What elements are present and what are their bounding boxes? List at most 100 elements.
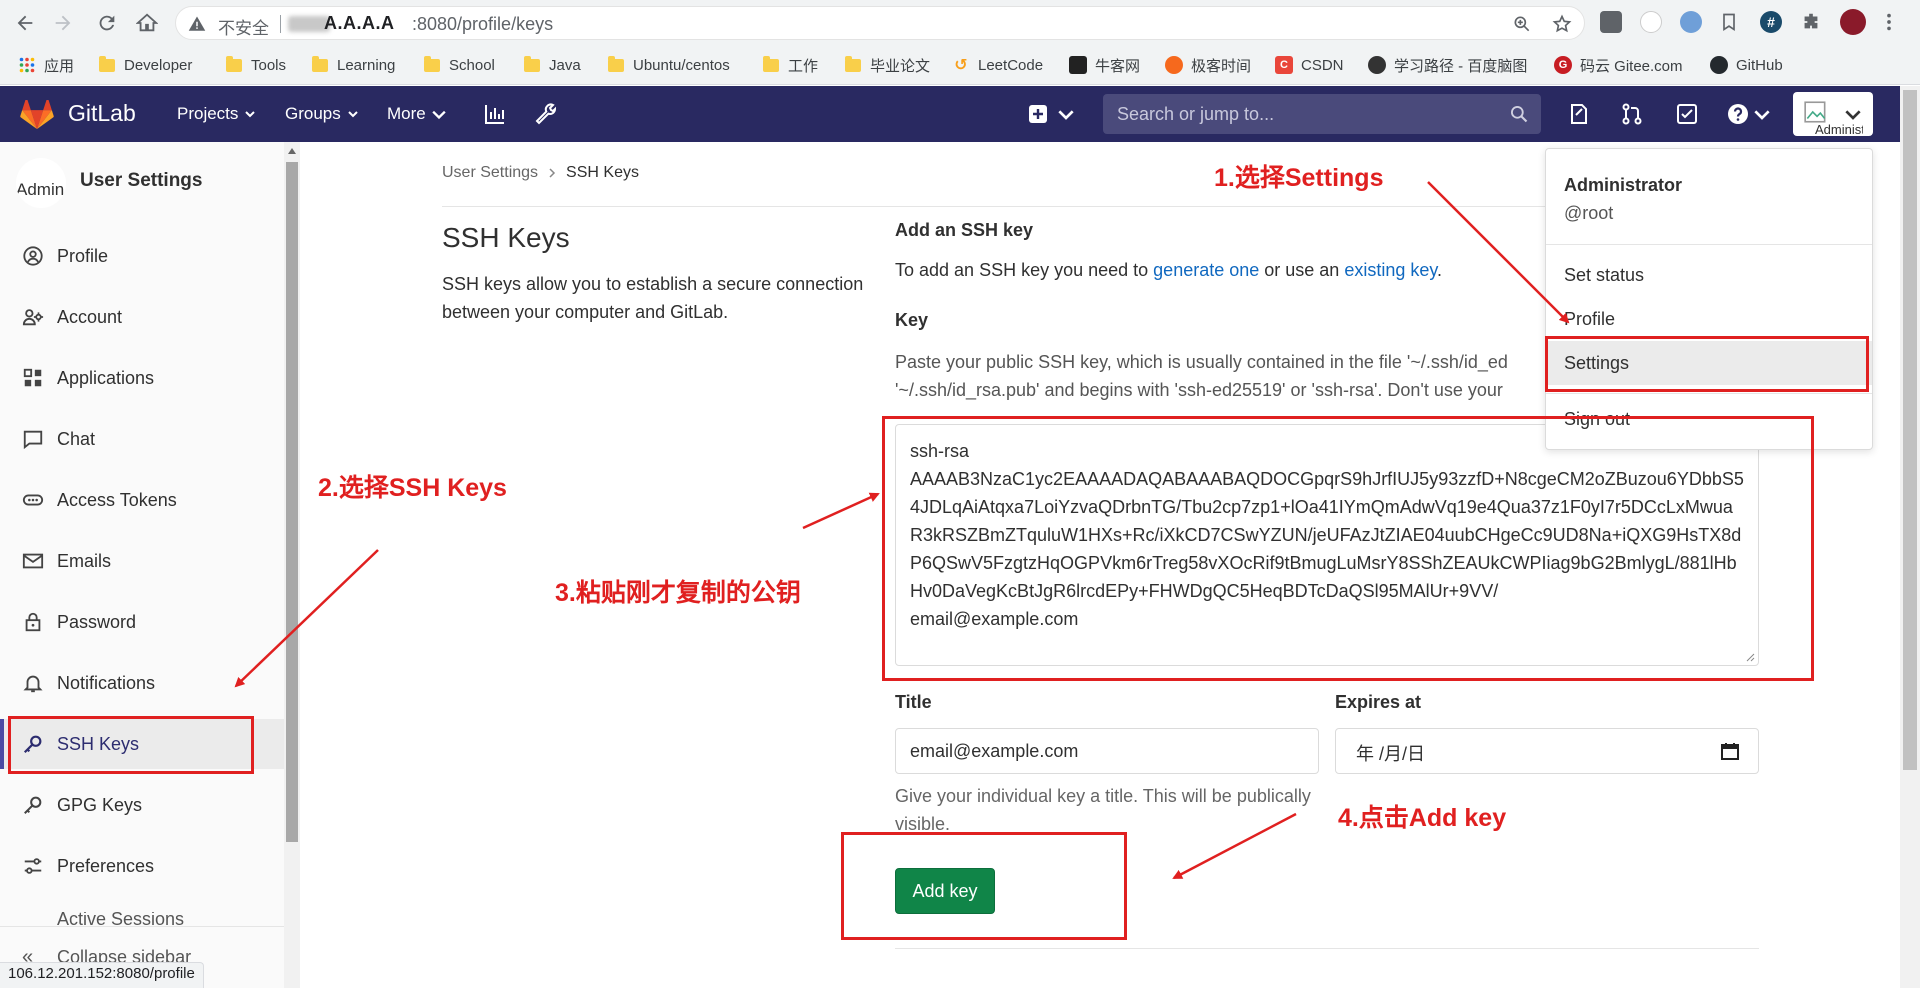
menu-item-set-status[interactable]: Set status bbox=[1546, 253, 1872, 297]
chevron-down-icon bbox=[1845, 110, 1861, 120]
bookmark-geektime[interactable]: 极客时间 bbox=[1165, 53, 1251, 77]
dropdown-divider bbox=[1546, 393, 1872, 394]
bookmark-folder-learning[interactable]: Learning bbox=[312, 53, 395, 77]
sidebar-item-label: Notifications bbox=[57, 672, 156, 693]
gitlab-logo-icon[interactable] bbox=[20, 100, 54, 130]
sidebar-item-access-tokens[interactable]: Access Tokens bbox=[0, 475, 284, 525]
title-label: Title bbox=[895, 692, 932, 712]
key-help-line: Paste your public SSH key, which is usua… bbox=[895, 352, 1508, 372]
sidebar-scroll-thumb[interactable] bbox=[286, 162, 298, 842]
chevron-down-icon bbox=[348, 111, 358, 118]
bookmark-baidu-naotu[interactable]: 学习路径 - 百度脑图 bbox=[1368, 53, 1527, 77]
home-icon[interactable] bbox=[136, 12, 158, 34]
bookmark-leetcode[interactable]: ↺ LeetCode bbox=[952, 53, 1043, 77]
search-box[interactable] bbox=[1103, 94, 1541, 134]
sidebar-item-emails[interactable]: Emails bbox=[0, 536, 284, 586]
bookmark-star-icon[interactable] bbox=[1552, 14, 1572, 34]
avatar-alt-text: Admin bbox=[16, 180, 65, 199]
sessions-icon bbox=[22, 912, 44, 926]
menu-item-profile[interactable]: Profile bbox=[1546, 297, 1872, 341]
issues-icon[interactable] bbox=[1567, 102, 1591, 126]
bookmark-label: 牛客网 bbox=[1095, 57, 1141, 75]
dropdown-username: @root bbox=[1564, 203, 1614, 223]
bookmark-folder-school[interactable]: School bbox=[424, 53, 495, 77]
sidebar-item-active-sessions[interactable]: Active Sessions bbox=[22, 912, 184, 926]
bookmark-apps[interactable]: 应用 bbox=[18, 53, 74, 77]
sidebar-item-chat[interactable]: Chat bbox=[0, 414, 284, 464]
bookmark-folder-thesis[interactable]: 毕业论文 bbox=[845, 53, 930, 77]
sidebar-item-applications[interactable]: Applications bbox=[0, 353, 284, 403]
nav-more[interactable]: More bbox=[387, 104, 446, 124]
bookmark-csdn[interactable]: C CSDN bbox=[1275, 53, 1344, 77]
sidebar-item-account[interactable]: Account bbox=[0, 292, 284, 342]
profile-avatar-icon[interactable] bbox=[1840, 9, 1866, 35]
blue-extension-icon[interactable] bbox=[1680, 11, 1702, 33]
help-icon[interactable] bbox=[1726, 102, 1750, 126]
sidebar-item-password[interactable]: Password bbox=[0, 597, 284, 647]
page-scrollbar[interactable] bbox=[1900, 86, 1920, 988]
back-icon[interactable] bbox=[14, 12, 36, 34]
forward-icon[interactable] bbox=[52, 12, 74, 34]
generate-one-link[interactable]: generate one bbox=[1153, 260, 1259, 280]
sidebar-scrollbar[interactable] bbox=[284, 142, 300, 988]
user-dropdown-menu: Administrator @root Set status Profile S… bbox=[1545, 148, 1873, 450]
github-icon bbox=[1710, 56, 1728, 74]
page-scroll-thumb[interactable] bbox=[1903, 90, 1917, 770]
menu-dots-icon[interactable] bbox=[1882, 11, 1896, 33]
new-plus-icon[interactable] bbox=[1028, 102, 1048, 126]
analytics-chart-icon[interactable] bbox=[483, 102, 507, 126]
title-input[interactable] bbox=[895, 728, 1319, 774]
bookmark-label: Ubuntu/centos bbox=[633, 56, 730, 74]
search-icon[interactable] bbox=[1509, 104, 1529, 124]
annotation-step3: 3.粘贴刚才复制的公钥 bbox=[555, 579, 801, 607]
bookmark-nowcoder[interactable]: 牛客网 bbox=[1069, 53, 1140, 77]
scroll-up-icon[interactable] bbox=[287, 147, 297, 155]
bookmark-github[interactable]: GitHub bbox=[1710, 53, 1783, 77]
bookmark-folder-java[interactable]: Java bbox=[524, 53, 581, 77]
breadcrumb-ssh-keys[interactable]: SSH Keys bbox=[566, 164, 639, 182]
zoom-icon[interactable] bbox=[1512, 14, 1532, 34]
folder-icon bbox=[608, 55, 624, 72]
bookmark-folder-tools[interactable]: Tools bbox=[226, 53, 286, 77]
annotation-box-add-key bbox=[841, 832, 1127, 940]
bookmark-folder-work[interactable]: 工作 bbox=[763, 53, 818, 77]
extensions-puzzle-icon[interactable] bbox=[1800, 11, 1822, 33]
admin-wrench-icon[interactable] bbox=[534, 102, 558, 126]
checkmark-extension-icon[interactable] bbox=[1640, 11, 1662, 33]
sidebar-header[interactable]: Admin User Settings bbox=[0, 158, 282, 214]
warning-icon[interactable] bbox=[188, 15, 206, 33]
nav-projects[interactable]: Projects bbox=[177, 104, 256, 124]
sidebar-item-label: Chat bbox=[57, 428, 96, 449]
sidebar-item-profile[interactable]: Profile bbox=[0, 231, 284, 281]
sidebar-item-label: Applications bbox=[57, 367, 155, 388]
bookmark-folder-developer[interactable]: Developer bbox=[99, 53, 192, 77]
nav-groups[interactable]: Groups bbox=[285, 104, 359, 124]
chevron-down-icon[interactable] bbox=[1058, 102, 1074, 126]
user-avatar-menu[interactable]: Administrator bbox=[1793, 92, 1873, 137]
bookmark-label: Learning bbox=[337, 56, 396, 74]
gitlab-brand[interactable]: GitLab bbox=[68, 100, 136, 127]
merge-requests-icon[interactable] bbox=[1620, 102, 1644, 126]
breadcrumb-user-settings[interactable]: User Settings bbox=[442, 164, 538, 182]
sidebar-title: User Settings bbox=[80, 170, 203, 191]
search-input[interactable] bbox=[1103, 94, 1503, 134]
bookmark-folder-ubuntu[interactable]: Ubuntu/centos bbox=[608, 53, 730, 77]
bookmark-label: CSDN bbox=[1301, 56, 1344, 74]
sidebar-item-notifications[interactable]: Notifications bbox=[0, 658, 284, 708]
hashtag-extension-icon[interactable]: # bbox=[1760, 11, 1782, 33]
chevron-down-icon[interactable] bbox=[1754, 102, 1770, 126]
todos-icon[interactable] bbox=[1675, 102, 1699, 126]
dropdown-user-name: Administrator bbox=[1564, 175, 1683, 195]
existing-key-link[interactable]: existing key bbox=[1344, 260, 1437, 280]
evernote-extension-icon[interactable] bbox=[1600, 11, 1622, 33]
bookmark-icon[interactable] bbox=[1719, 11, 1739, 33]
sidebar-item-preferences[interactable]: Preferences bbox=[0, 841, 284, 891]
expires-label: Expires at bbox=[1335, 692, 1422, 712]
calendar-icon[interactable] bbox=[1720, 741, 1740, 761]
sidebar-item-gpg-keys[interactable]: GPG Keys bbox=[0, 780, 284, 830]
reload-icon[interactable] bbox=[96, 12, 118, 34]
page-description: SSH keys allow you to establish a secure… bbox=[442, 274, 864, 322]
address-bar[interactable]: 不安全 A.A.A.A :8080/profile/keys bbox=[175, 6, 1585, 40]
expires-date-input[interactable]: 年 /月/日 bbox=[1335, 728, 1759, 774]
bookmark-gitee[interactable]: G 码云 Gitee.com bbox=[1554, 53, 1683, 77]
